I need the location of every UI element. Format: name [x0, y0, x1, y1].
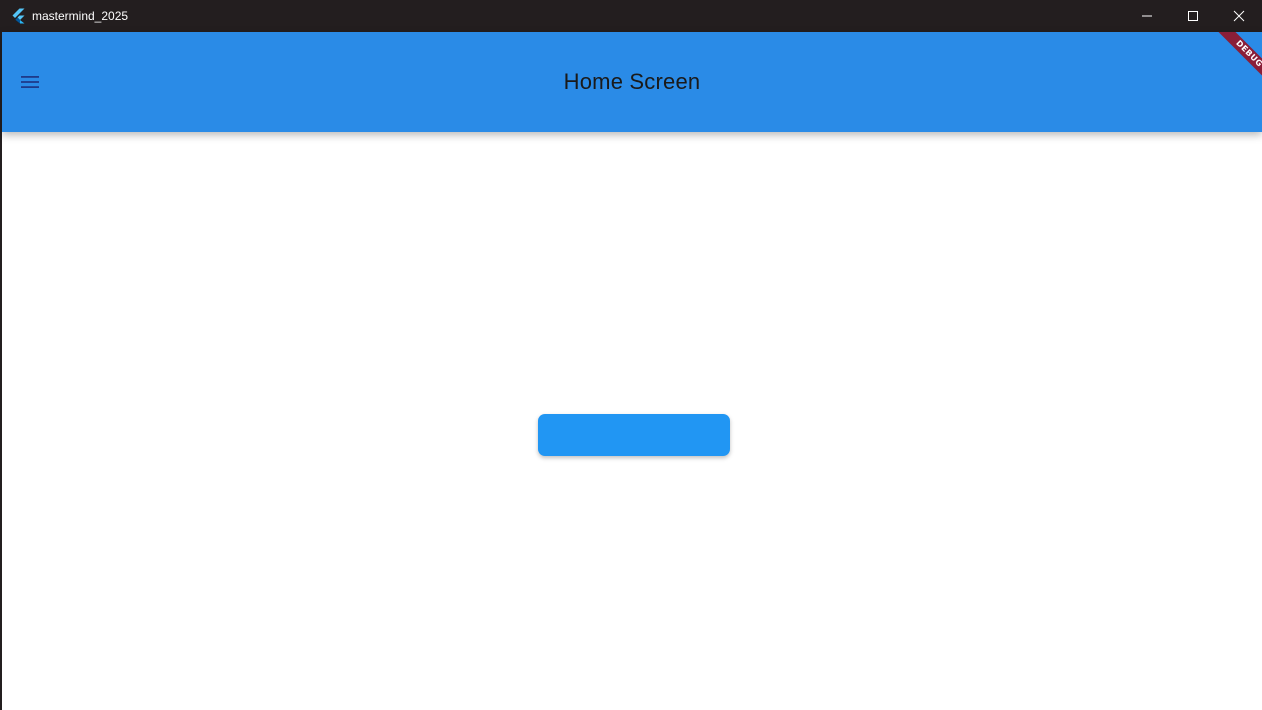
minimize-button[interactable]: [1124, 0, 1170, 32]
minimize-icon: [1142, 15, 1152, 17]
app-window: mastermind_2025 Home Screen DEBUG: [0, 0, 1262, 710]
window-titlebar[interactable]: mastermind_2025: [0, 0, 1262, 32]
window-title: mastermind_2025: [32, 9, 129, 23]
flutter-logo-icon: [12, 8, 25, 24]
window-controls: [1124, 0, 1262, 32]
close-icon: [1233, 10, 1245, 22]
main-content: [2, 132, 1262, 710]
primary-action-button[interactable]: [538, 414, 730, 456]
app-bar: Home Screen: [2, 32, 1262, 132]
maximize-icon: [1188, 11, 1198, 21]
close-button[interactable]: [1216, 0, 1262, 32]
maximize-button[interactable]: [1170, 0, 1216, 32]
page-title: Home Screen: [563, 69, 701, 94]
